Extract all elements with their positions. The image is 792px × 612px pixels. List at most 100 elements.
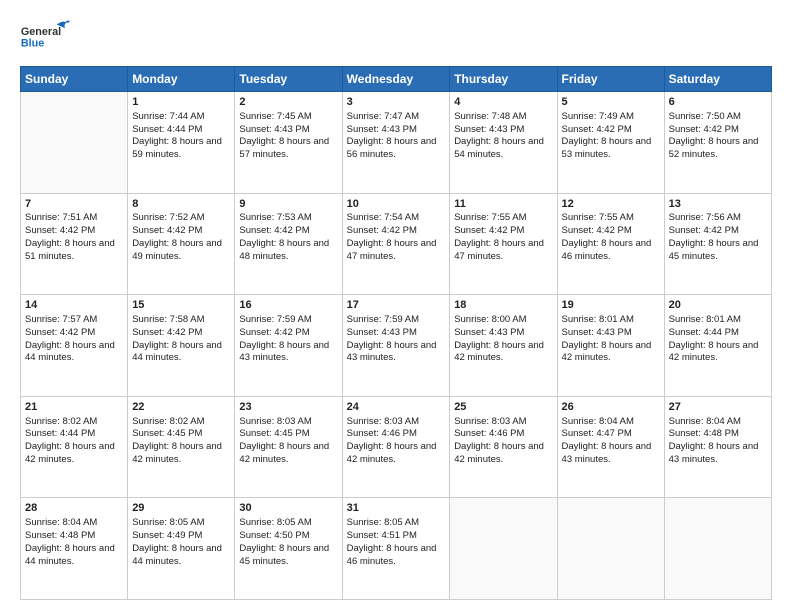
day-header-monday: Monday: [128, 67, 235, 92]
daylight: Daylight: 8 hours and 42 minutes.: [347, 441, 437, 465]
sunset: Sunset: 4:43 PM: [347, 327, 417, 338]
day-number: 16: [239, 298, 337, 313]
day-header-thursday: Thursday: [450, 67, 557, 92]
daylight: Daylight: 8 hours and 42 minutes.: [669, 340, 759, 364]
calendar-cell: 23Sunrise: 8:03 AMSunset: 4:45 PMDayligh…: [235, 396, 342, 498]
day-number: 12: [562, 197, 660, 212]
calendar-cell: 10Sunrise: 7:54 AMSunset: 4:42 PMDayligh…: [342, 193, 450, 295]
daylight: Daylight: 8 hours and 53 minutes.: [562, 136, 652, 160]
sunrise: Sunrise: 7:55 AM: [454, 212, 526, 223]
calendar-cell: 15Sunrise: 7:58 AMSunset: 4:42 PMDayligh…: [128, 295, 235, 397]
calendar-cell: 8Sunrise: 7:52 AMSunset: 4:42 PMDaylight…: [128, 193, 235, 295]
daylight: Daylight: 8 hours and 42 minutes.: [562, 340, 652, 364]
calendar-cell: 13Sunrise: 7:56 AMSunset: 4:42 PMDayligh…: [664, 193, 771, 295]
sunset: Sunset: 4:46 PM: [347, 428, 417, 439]
sunrise: Sunrise: 8:04 AM: [562, 416, 634, 427]
daylight: Daylight: 8 hours and 46 minutes.: [347, 543, 437, 567]
sunset: Sunset: 4:45 PM: [239, 428, 309, 439]
day-number: 31: [347, 501, 446, 516]
day-number: 11: [454, 197, 552, 212]
sunrise: Sunrise: 7:58 AM: [132, 314, 204, 325]
calendar-cell: [21, 92, 128, 194]
sunset: Sunset: 4:50 PM: [239, 530, 309, 541]
day-header-saturday: Saturday: [664, 67, 771, 92]
sunrise: Sunrise: 7:45 AM: [239, 111, 311, 122]
sunrise: Sunrise: 7:44 AM: [132, 111, 204, 122]
daylight: Daylight: 8 hours and 47 minutes.: [347, 238, 437, 262]
sunset: Sunset: 4:42 PM: [669, 124, 739, 135]
sunset: Sunset: 4:44 PM: [669, 327, 739, 338]
sunrise: Sunrise: 7:48 AM: [454, 111, 526, 122]
sunrise: Sunrise: 7:50 AM: [669, 111, 741, 122]
day-number: 14: [25, 298, 123, 313]
calendar-cell: [557, 498, 664, 600]
calendar-cell: 17Sunrise: 7:59 AMSunset: 4:43 PMDayligh…: [342, 295, 450, 397]
day-number: 21: [25, 400, 123, 415]
calendar-cell: 11Sunrise: 7:55 AMSunset: 4:42 PMDayligh…: [450, 193, 557, 295]
sunrise: Sunrise: 7:49 AM: [562, 111, 634, 122]
calendar-cell: 31Sunrise: 8:05 AMSunset: 4:51 PMDayligh…: [342, 498, 450, 600]
sunset: Sunset: 4:42 PM: [669, 225, 739, 236]
sunrise: Sunrise: 7:59 AM: [239, 314, 311, 325]
sunset: Sunset: 4:42 PM: [239, 327, 309, 338]
daylight: Daylight: 8 hours and 45 minutes.: [669, 238, 759, 262]
calendar-cell: 7Sunrise: 7:51 AMSunset: 4:42 PMDaylight…: [21, 193, 128, 295]
day-number: 8: [132, 197, 230, 212]
daylight: Daylight: 8 hours and 42 minutes.: [132, 441, 222, 465]
daylight: Daylight: 8 hours and 56 minutes.: [347, 136, 437, 160]
sunset: Sunset: 4:43 PM: [562, 327, 632, 338]
calendar-cell: 29Sunrise: 8:05 AMSunset: 4:49 PMDayligh…: [128, 498, 235, 600]
calendar-cell: 4Sunrise: 7:48 AMSunset: 4:43 PMDaylight…: [450, 92, 557, 194]
calendar-cell: 14Sunrise: 7:57 AMSunset: 4:42 PMDayligh…: [21, 295, 128, 397]
sunrise: Sunrise: 8:02 AM: [25, 416, 97, 427]
sunset: Sunset: 4:42 PM: [454, 225, 524, 236]
sunset: Sunset: 4:49 PM: [132, 530, 202, 541]
calendar-cell: 9Sunrise: 7:53 AMSunset: 4:42 PMDaylight…: [235, 193, 342, 295]
sunrise: Sunrise: 8:00 AM: [454, 314, 526, 325]
sunrise: Sunrise: 7:55 AM: [562, 212, 634, 223]
sunset: Sunset: 4:42 PM: [25, 327, 95, 338]
sunrise: Sunrise: 8:05 AM: [132, 517, 204, 528]
day-number: 18: [454, 298, 552, 313]
sunset: Sunset: 4:44 PM: [25, 428, 95, 439]
calendar-week-2: 7Sunrise: 7:51 AMSunset: 4:42 PMDaylight…: [21, 193, 772, 295]
day-number: 26: [562, 400, 660, 415]
daylight: Daylight: 8 hours and 44 minutes.: [25, 340, 115, 364]
calendar-cell: 19Sunrise: 8:01 AMSunset: 4:43 PMDayligh…: [557, 295, 664, 397]
calendar-cell: [664, 498, 771, 600]
daylight: Daylight: 8 hours and 45 minutes.: [239, 543, 329, 567]
day-number: 17: [347, 298, 446, 313]
day-number: 22: [132, 400, 230, 415]
logo-icon: General Blue: [20, 18, 70, 56]
header: General Blue: [20, 18, 772, 56]
daylight: Daylight: 8 hours and 59 minutes.: [132, 136, 222, 160]
sunrise: Sunrise: 8:02 AM: [132, 416, 204, 427]
sunrise: Sunrise: 8:05 AM: [239, 517, 311, 528]
daylight: Daylight: 8 hours and 43 minutes.: [347, 340, 437, 364]
calendar-cell: 26Sunrise: 8:04 AMSunset: 4:47 PMDayligh…: [557, 396, 664, 498]
page: General Blue SundayMondayTuesdayWednesda…: [0, 0, 792, 612]
calendar-cell: 6Sunrise: 7:50 AMSunset: 4:42 PMDaylight…: [664, 92, 771, 194]
sunrise: Sunrise: 8:04 AM: [25, 517, 97, 528]
day-number: 29: [132, 501, 230, 516]
day-number: 27: [669, 400, 767, 415]
sunset: Sunset: 4:44 PM: [132, 124, 202, 135]
sunrise: Sunrise: 7:56 AM: [669, 212, 741, 223]
day-number: 3: [347, 95, 446, 110]
daylight: Daylight: 8 hours and 42 minutes.: [239, 441, 329, 465]
day-number: 5: [562, 95, 660, 110]
daylight: Daylight: 8 hours and 51 minutes.: [25, 238, 115, 262]
calendar-cell: 18Sunrise: 8:00 AMSunset: 4:43 PMDayligh…: [450, 295, 557, 397]
calendar-week-1: 1Sunrise: 7:44 AMSunset: 4:44 PMDaylight…: [21, 92, 772, 194]
sunset: Sunset: 4:43 PM: [454, 327, 524, 338]
sunset: Sunset: 4:42 PM: [132, 225, 202, 236]
sunset: Sunset: 4:42 PM: [25, 225, 95, 236]
sunrise: Sunrise: 8:01 AM: [669, 314, 741, 325]
day-number: 30: [239, 501, 337, 516]
sunrise: Sunrise: 8:05 AM: [347, 517, 419, 528]
daylight: Daylight: 8 hours and 44 minutes.: [25, 543, 115, 567]
daylight: Daylight: 8 hours and 54 minutes.: [454, 136, 544, 160]
day-number: 10: [347, 197, 446, 212]
calendar-week-4: 21Sunrise: 8:02 AMSunset: 4:44 PMDayligh…: [21, 396, 772, 498]
calendar-cell: 25Sunrise: 8:03 AMSunset: 4:46 PMDayligh…: [450, 396, 557, 498]
